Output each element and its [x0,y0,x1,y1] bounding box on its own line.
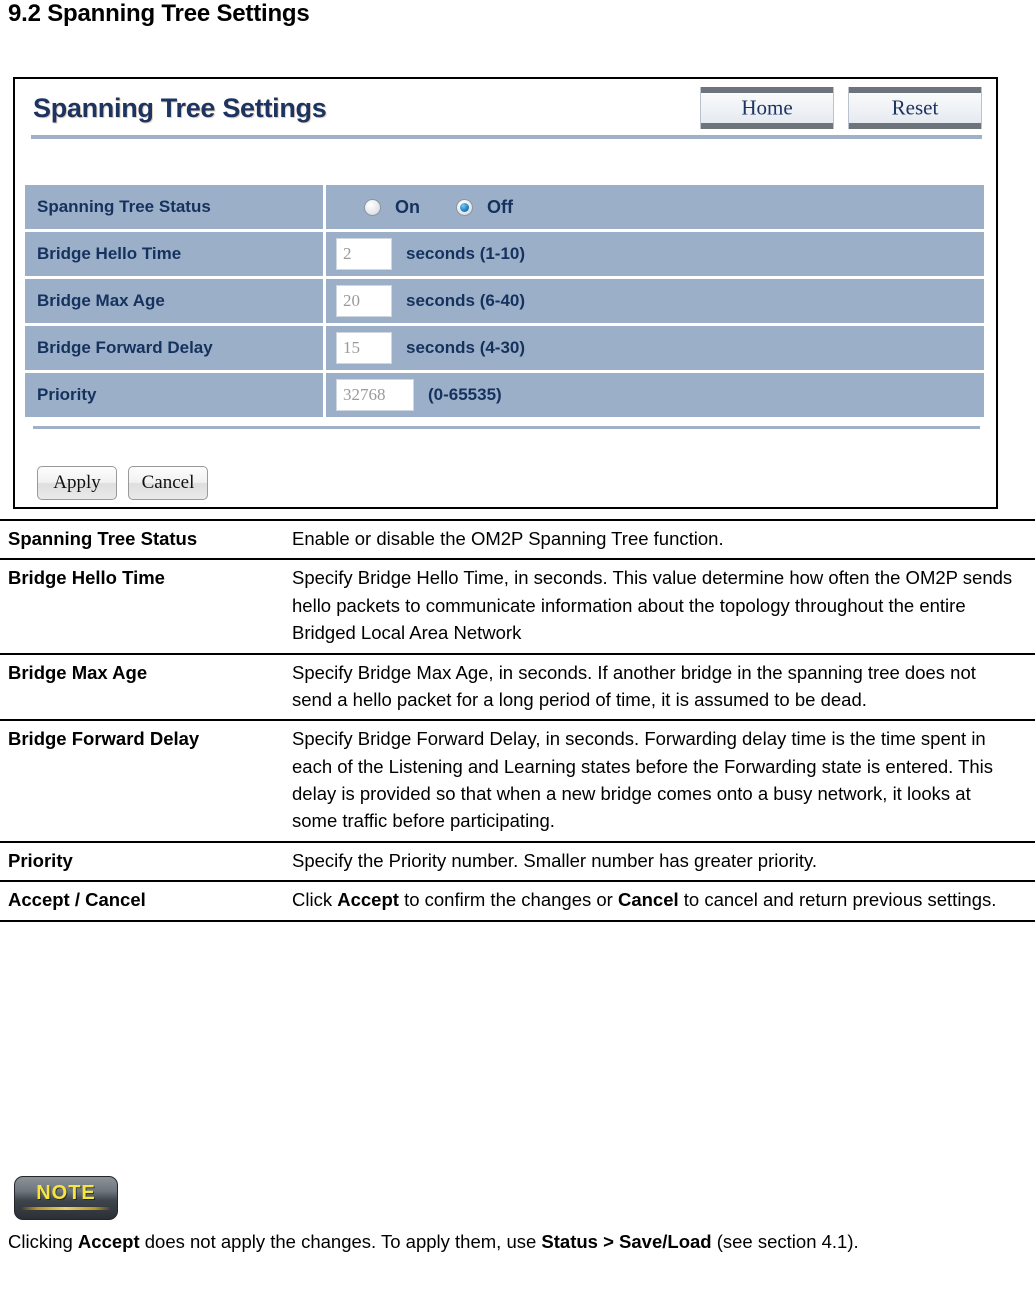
radio-unselected-icon[interactable] [364,198,381,216]
setting-value-bridge-max-age: 20 seconds (6-40) [326,279,984,323]
cancel-button-label: Cancel [141,472,195,493]
setting-label-bridge-hello-time: Bridge Hello Time [25,232,323,276]
desc-text-bridge-forward-delay: Specify Bridge Forward Delay, in seconds… [292,719,1035,843]
desc-text-spanning-tree-status: Enable or disable the OM2P Spanning Tree… [292,518,1035,561]
note-badge-underline [21,1207,111,1210]
settings-rows: Spanning Tree Status On Off Bridge Hello… [25,185,984,420]
desc-text-priority: Specify the Priority number. Smaller num… [292,840,1035,883]
radio-option-off-label: Off [487,196,513,217]
priority-input[interactable]: 32768 [336,379,414,411]
bridge-forward-delay-unit: seconds (4-30) [406,338,526,357]
radio-option-off[interactable]: Off [456,197,513,218]
setting-label-spanning-tree-status: Spanning Tree Status [25,185,323,229]
home-button[interactable]: Home [700,87,834,129]
desc-term-spanning-tree-status: Spanning Tree Status [0,518,292,561]
setting-row-bridge-max-age: Bridge Max Age 20 seconds (6-40) [25,279,984,323]
desc-text-accept-cancel: Click Accept to confirm the changes or C… [292,880,1035,922]
device-ui-screenshot-panel: Spanning Tree Settings Home Reset Spanni… [13,77,998,509]
radio-option-on-label: On [395,196,420,217]
radio-selected-icon[interactable] [456,198,473,216]
desc-text-bridge-max-age: Specify Bridge Max Age, in seconds. If a… [292,652,1035,722]
table-row: Accept / Cancel Click Accept to confirm … [0,880,1035,922]
note-badge-icon: NOTE [14,1176,118,1220]
reset-button[interactable]: Reset [848,87,982,129]
radio-option-on[interactable]: On [364,197,420,218]
table-row: Bridge Forward Delay Specify Bridge Forw… [0,719,1035,843]
setting-value-priority: 32768 (0-65535) [326,373,984,417]
cancel-button[interactable]: Cancel [128,466,208,500]
table-row: Spanning Tree Status Enable or disable t… [0,518,1035,561]
bridge-max-age-input[interactable]: 20 [336,285,392,317]
desc-term-accept-cancel: Accept / Cancel [0,880,292,922]
note-badge-label: NOTE [36,1182,96,1204]
desc-text-bridge-hello-time: Specify Bridge Hello Time, in seconds. T… [292,558,1035,655]
table-row: Priority Specify the Priority number. Sm… [0,840,1035,883]
setting-value-bridge-hello-time: 2 seconds (1-10) [326,232,984,276]
home-button-label: Home [741,95,793,120]
apply-button-label: Apply [53,472,101,493]
priority-range: (0-65535) [428,385,502,404]
footer-button-group: Apply Cancel [37,466,208,500]
note-body-text: Clicking Accept does not apply the chang… [8,1231,859,1252]
footer-divider [33,426,980,429]
spanning-tree-status-radio-group: On Off [336,197,549,218]
table-row: Bridge Hello Time Specify Bridge Hello T… [0,558,1035,655]
desc-term-bridge-hello-time: Bridge Hello Time [0,558,292,655]
bridge-hello-time-unit: seconds (1-10) [406,244,526,263]
header-button-group: Home Reset [700,87,982,129]
header-divider [31,135,982,139]
page-title: 9.2 Spanning Tree Settings [8,0,310,27]
setting-row-bridge-forward-delay: Bridge Forward Delay 15 seconds (4-30) [25,326,984,370]
setting-label-bridge-forward-delay: Bridge Forward Delay [25,326,323,370]
desc-term-priority: Priority [0,840,292,883]
bridge-max-age-unit: seconds (6-40) [406,291,526,310]
bridge-hello-time-input[interactable]: 2 [336,238,392,270]
setting-row-priority: Priority 32768 (0-65535) [25,373,984,417]
setting-row-spanning-tree-status: Spanning Tree Status On Off [25,185,984,229]
panel-header: Spanning Tree Settings Home Reset [15,79,996,141]
settings-description-table: Spanning Tree Status Enable or disable t… [0,518,1035,922]
setting-label-bridge-max-age: Bridge Max Age [25,279,323,323]
reset-button-label: Reset [891,95,939,120]
bridge-forward-delay-input[interactable]: 15 [336,332,392,364]
setting-label-priority: Priority [25,373,323,417]
desc-term-bridge-forward-delay: Bridge Forward Delay [0,719,292,843]
desc-term-bridge-max-age: Bridge Max Age [0,652,292,722]
apply-button[interactable]: Apply [37,466,117,500]
setting-value-bridge-forward-delay: 15 seconds (4-30) [326,326,984,370]
setting-row-bridge-hello-time: Bridge Hello Time 2 seconds (1-10) [25,232,984,276]
setting-value-spanning-tree-status: On Off [326,185,984,229]
table-row: Bridge Max Age Specify Bridge Max Age, i… [0,652,1035,722]
panel-title: Spanning Tree Settings [33,93,327,123]
